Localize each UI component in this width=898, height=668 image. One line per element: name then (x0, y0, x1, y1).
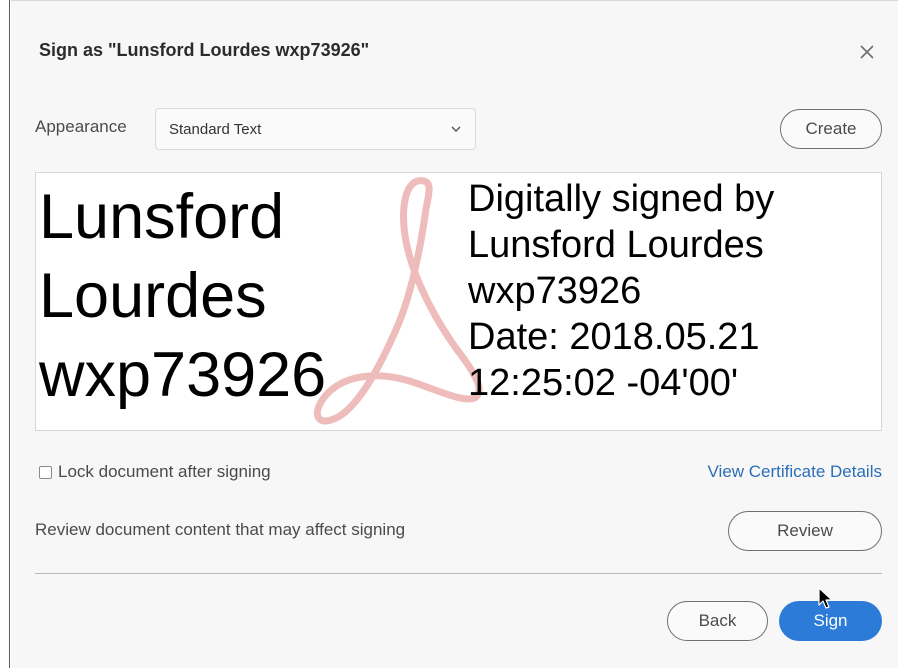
view-certificate-link[interactable]: View Certificate Details (708, 462, 882, 482)
signature-preview: Lunsford Lourdes wxp73926 Digitally sign… (35, 172, 882, 431)
appearance-selected-value: Standard Text (169, 120, 262, 138)
create-button[interactable]: Create (780, 109, 882, 149)
signature-detail-line: Date: 2018.05.21 (468, 316, 760, 358)
signature-detail-line: 12:25:02 -04'00' (468, 362, 739, 404)
signature-details: Digitally signed by Lunsford Lourdes wxp… (468, 176, 774, 406)
lock-document-checkbox[interactable] (39, 465, 52, 479)
signature-detail-line: Digitally signed by (468, 178, 775, 220)
close-icon (860, 45, 874, 59)
signature-name-line: Lunsford (39, 182, 285, 252)
signature-detail-line: Lunsford Lourdes (468, 224, 764, 266)
signature-detail-line: wxp73926 (468, 270, 642, 312)
appearance-select[interactable]: Standard Text (155, 108, 476, 150)
sign-dialog: Sign as "Lunsford Lourdes wxp73926" Appe… (11, 0, 898, 668)
footer-divider (35, 573, 882, 574)
lock-document-option[interactable]: Lock document after signing (39, 462, 271, 482)
signature-name-line: wxp73926 (39, 340, 327, 410)
signature-name: Lunsford Lourdes wxp73926 (39, 178, 326, 415)
top-border (11, 0, 898, 1)
appearance-label: Appearance (35, 117, 127, 136)
dialog-title: Sign as "Lunsford Lourdes wxp73926" (39, 40, 370, 60)
acrobat-logo-icon (314, 177, 483, 425)
review-button[interactable]: Review (728, 511, 882, 551)
chevron-down-icon (451, 126, 461, 132)
lock-document-label: Lock document after signing (58, 462, 271, 481)
back-button[interactable]: Back (667, 601, 768, 641)
mouse-cursor-icon (818, 587, 833, 609)
signature-name-line: Lourdes (39, 261, 267, 331)
review-description: Review document content that may affect … (35, 520, 406, 539)
window-edge (0, 0, 10, 668)
close-button[interactable] (853, 38, 881, 66)
